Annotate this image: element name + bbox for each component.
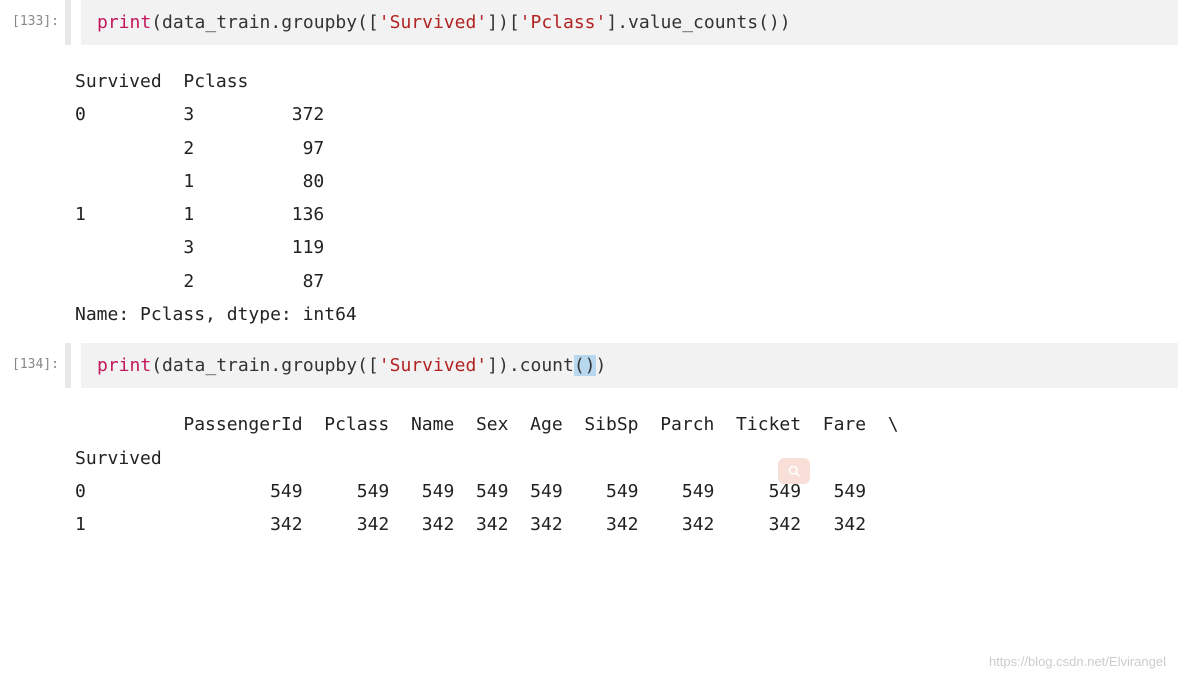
code-segment: ].value_counts())	[606, 12, 790, 33]
code-segment: ]).count	[487, 355, 574, 376]
string-literal: 'Survived'	[379, 12, 487, 33]
cell-134: [134]: print(data_train.groupby(['Surviv…	[0, 343, 1178, 388]
keyword-print: print	[97, 355, 151, 376]
watermark: https://blog.csdn.net/Elvirangel	[989, 654, 1166, 669]
cell-133: [133]: print(data_train.groupby(['Surviv…	[0, 0, 1178, 45]
highlighted-parens: ()	[574, 355, 596, 376]
code-segment: )	[596, 355, 607, 376]
input-indicator	[65, 0, 71, 45]
prompt-133: [133]:	[0, 0, 65, 45]
code-input-133[interactable]: print(data_train.groupby(['Survived'])['…	[81, 0, 1178, 45]
code-input-134[interactable]: print(data_train.groupby(['Survived']).c…	[81, 343, 1178, 388]
output-133: Survived Pclass 0 3 372 2 97 1 80 1 1 13…	[0, 53, 1178, 343]
code-segment: (data_train.groupby([	[151, 12, 379, 33]
search-badge[interactable]	[778, 458, 810, 484]
input-indicator	[65, 343, 71, 388]
output-134: PassengerId Pclass Name Sex Age SibSp Pa…	[0, 396, 1178, 553]
code-segment: ])[	[487, 12, 520, 33]
string-literal: 'Survived'	[379, 355, 487, 376]
prompt-134: [134]:	[0, 343, 65, 388]
code-segment: (data_train.groupby([	[151, 355, 379, 376]
keyword-print: print	[97, 12, 151, 33]
string-literal: 'Pclass'	[520, 12, 607, 33]
search-icon	[787, 464, 802, 479]
